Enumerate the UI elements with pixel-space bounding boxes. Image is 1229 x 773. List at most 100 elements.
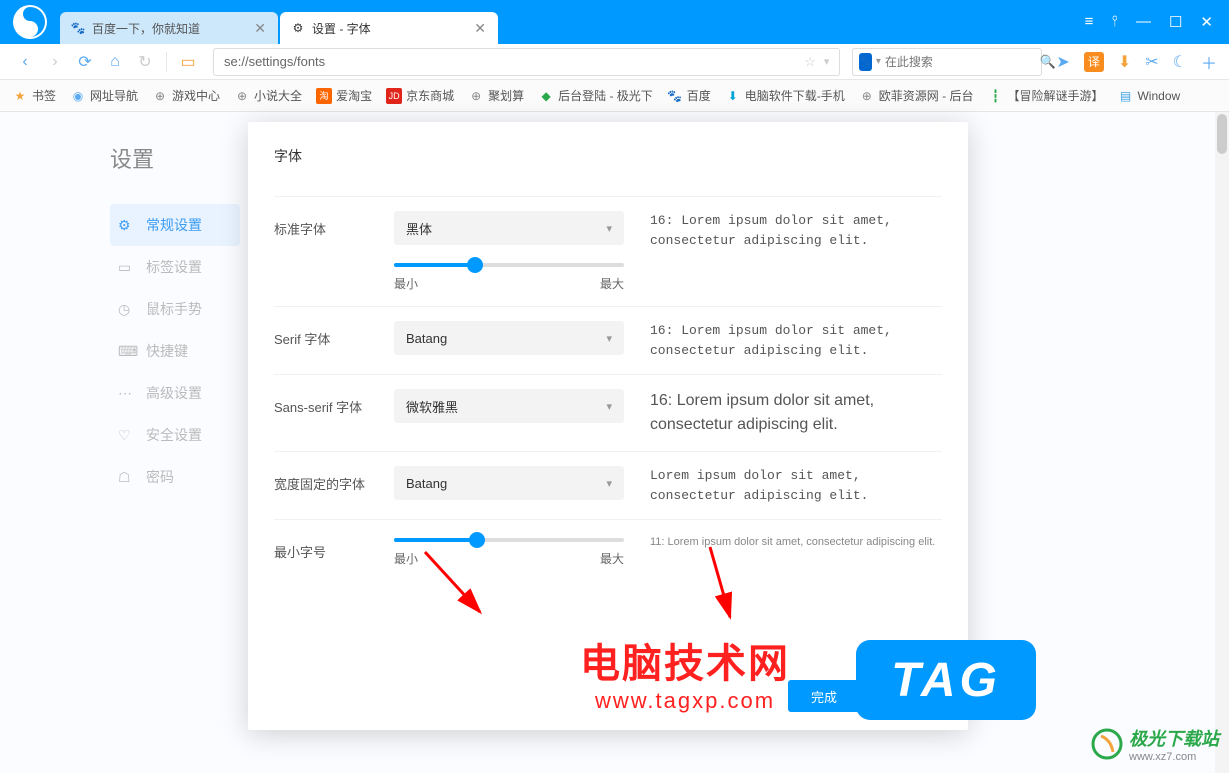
plus-icon[interactable]: ＋ — [1201, 50, 1217, 74]
gear-icon: ⚙ — [118, 217, 136, 234]
scissors-icon[interactable]: ✂ — [1145, 52, 1158, 72]
star-icon[interactable]: ☆ — [804, 54, 816, 70]
tab-baidu[interactable]: 🐾 百度一下，你就知道 ✕ — [60, 12, 278, 44]
sidebar-item-gesture[interactable]: ◷鼠标手势 — [110, 288, 240, 330]
close-icon[interactable]: ✕ — [472, 20, 488, 37]
globe-icon: ⊕ — [859, 88, 875, 104]
font-dialog: 字体 标准字体 黑体 ▾ 最小最大 16: Lorem ipsum dolor … — [248, 122, 968, 730]
tabs-row: 🐾 百度一下，你就知道 ✕ ⚙ 设置 - 字体 ✕ — [60, 0, 1069, 44]
reload-button[interactable]: ⟳ — [72, 49, 98, 75]
minimize-icon[interactable]: — — [1136, 13, 1151, 31]
globe-icon: ⊕ — [152, 88, 168, 104]
bookmark-item[interactable]: ⬇电脑软件下载-手机 — [725, 87, 845, 104]
keyboard-icon: ⌨ — [118, 343, 136, 360]
nav-toolbar: ‹ › ⟳ ⌂ ↻ ▭ ☆ ▾ 🐾 ▾ 🔍 ➤ 译 ⬇ ✂ ☾ ＋ — [0, 44, 1229, 80]
bookmarks-bar: ★ 书签 ◉网址导航 ⊕游戏中心 ⊕小说大全 淘爱淘宝 JD京东商城 ⊕聚划算 … — [0, 80, 1229, 112]
row-min-size: 最小字号 最小最大 11: Lorem ipsum dolor sit amet… — [274, 519, 942, 581]
slider-min-size[interactable]: 最小最大 — [394, 538, 624, 567]
bookmark-item[interactable]: ⊕游戏中心 — [152, 87, 220, 104]
select-standard-font[interactable]: 黑体 ▾ — [394, 211, 624, 245]
paw-icon: 🐾 — [667, 88, 683, 104]
chevron-down-icon[interactable]: ▾ — [876, 56, 881, 67]
back-button[interactable]: ‹ — [12, 49, 38, 75]
close-window-icon[interactable]: ✕ — [1200, 13, 1213, 31]
bookmark-item[interactable]: 🐾百度 — [667, 87, 711, 104]
tab-title: 设置 - 字体 — [312, 20, 472, 37]
address-bar[interactable]: ☆ ▾ — [213, 48, 840, 76]
chevron-down-icon: ▾ — [606, 332, 612, 345]
shield-icon: ♡ — [118, 427, 136, 444]
download-icon[interactable]: ⬇ — [1118, 52, 1131, 72]
chevron-down-icon[interactable]: ▾ — [824, 55, 830, 68]
bookmark-item[interactable]: ◆后台登陆 - 极光下 — [538, 87, 653, 104]
sidebar-item-password[interactable]: ☖密码 — [110, 456, 240, 498]
pin-icon[interactable]: ⫯ — [1111, 13, 1118, 31]
bookmark-item[interactable]: ▤Window — [1117, 88, 1180, 104]
gear-icon: ⚙ — [290, 20, 306, 36]
tab-settings[interactable]: ⚙ 设置 - 字体 ✕ — [280, 12, 498, 44]
sidebar-item-tabs[interactable]: ▭标签设置 — [110, 246, 240, 288]
label-standard-font: 标准字体 — [274, 211, 394, 238]
label-min-size: 最小字号 — [274, 534, 394, 561]
jd-icon: JD — [386, 88, 402, 104]
chevron-down-icon: ▾ — [606, 222, 612, 235]
search-engine-icon[interactable]: 🐾 — [859, 53, 871, 71]
sidebar-item-shortcut[interactable]: ⌨快捷键 — [110, 330, 240, 372]
settings-sidebar: ⚙常规设置 ▭标签设置 ◷鼠标手势 ⌨快捷键 ⋯高级设置 ♡安全设置 ☖密码 — [110, 204, 240, 498]
label-fixed-font: 宽度固定的字体 — [274, 466, 394, 493]
slider-standard-size[interactable]: 最小最大 — [394, 263, 624, 292]
bookmark-item[interactable]: ◉网址导航 — [70, 87, 138, 104]
bookmark-item[interactable]: ⊕聚划算 — [468, 87, 524, 104]
vertical-scrollbar[interactable] — [1215, 112, 1229, 773]
dialog-title: 字体 — [274, 146, 942, 166]
site-icon: ⬇ — [725, 88, 741, 104]
bookmark-item[interactable]: ⊕小说大全 — [234, 87, 302, 104]
home-button[interactable]: ⌂ — [102, 49, 128, 75]
menu-icon[interactable]: ≡ — [1085, 13, 1094, 31]
cursor-icon[interactable]: ➤ — [1056, 52, 1069, 72]
bookmark-item[interactable]: 淘爱淘宝 — [316, 87, 372, 104]
sidebar-item-general[interactable]: ⚙常规设置 — [110, 204, 240, 246]
url-input[interactable] — [224, 54, 804, 69]
titlebar: 🐾 百度一下，你就知道 ✕ ⚙ 设置 - 字体 ✕ ≡ ⫯ — ☐ ✕ — [0, 0, 1229, 44]
separator — [166, 52, 167, 72]
page-title: 设置 — [110, 142, 240, 174]
bookmark-item[interactable]: ⊕欧菲资源网 - 后台 — [859, 87, 974, 104]
moon-icon[interactable]: ☾ — [1173, 52, 1187, 72]
reader-icon[interactable]: ▭ — [175, 49, 201, 75]
bookmarks-label[interactable]: ★ 书签 — [12, 87, 56, 104]
search-input[interactable] — [885, 55, 1040, 69]
row-sans-font: Sans-serif 字体 微软雅黑 ▾ 16: Lorem ipsum dol… — [274, 374, 942, 451]
row-serif-font: Serif 字体 Batang ▾ 16: Lorem ipsum dolor … — [274, 306, 942, 374]
sample-minsize: 11: Lorem ipsum dolor sit amet, consecte… — [634, 534, 942, 551]
row-standard-font: 标准字体 黑体 ▾ 最小最大 16: Lorem ipsum dolor sit… — [274, 196, 942, 306]
select-sans-font[interactable]: 微软雅黑 ▾ — [394, 389, 624, 423]
content-area: 设置 ⚙常规设置 ▭标签设置 ◷鼠标手势 ⌨快捷键 ⋯高级设置 ♡安全设置 ☖密… — [0, 112, 1229, 773]
bookmark-item[interactable]: JD京东商城 — [386, 87, 454, 104]
close-icon[interactable]: ✕ — [252, 20, 268, 37]
sample-standard: 16: Lorem ipsum dolor sit amet, consecte… — [634, 211, 942, 250]
sidebar-item-advanced[interactable]: ⋯高级设置 — [110, 372, 240, 414]
person-icon: ☖ — [118, 469, 136, 486]
sidebar-item-security[interactable]: ♡安全设置 — [110, 414, 240, 456]
site-icon: ┇ — [987, 88, 1003, 104]
forward-button[interactable]: › — [42, 49, 68, 75]
restore-button[interactable]: ↻ — [132, 49, 158, 75]
row-fixed-font: 宽度固定的字体 Batang ▾ Lorem ipsum dolor sit a… — [274, 451, 942, 519]
bookmark-item[interactable]: ┇【冒险解谜手游】 — [987, 87, 1103, 104]
globe-icon: ⊕ — [468, 88, 484, 104]
label-sans-font: Sans-serif 字体 — [274, 389, 394, 416]
globe-icon: ⊕ — [234, 88, 250, 104]
maximize-icon[interactable]: ☐ — [1169, 13, 1182, 31]
search-box[interactable]: 🐾 ▾ 🔍 — [852, 48, 1042, 76]
translate-icon[interactable]: 译 — [1084, 52, 1104, 72]
right-tools: ➤ 译 ⬇ ✂ ☾ ＋ — [1046, 50, 1217, 74]
select-serif-font[interactable]: Batang ▾ — [394, 321, 624, 355]
select-fixed-font[interactable]: Batang ▾ — [394, 466, 624, 500]
scrollbar-thumb[interactable] — [1217, 114, 1227, 154]
ok-button[interactable]: 完成 — [788, 680, 860, 712]
clock-icon: ◷ — [118, 301, 136, 318]
cancel-button[interactable]: 取消 — [870, 680, 942, 712]
sample-sans: 16: Lorem ipsum dolor sit amet, consecte… — [634, 389, 942, 437]
browser-logo — [0, 0, 60, 44]
